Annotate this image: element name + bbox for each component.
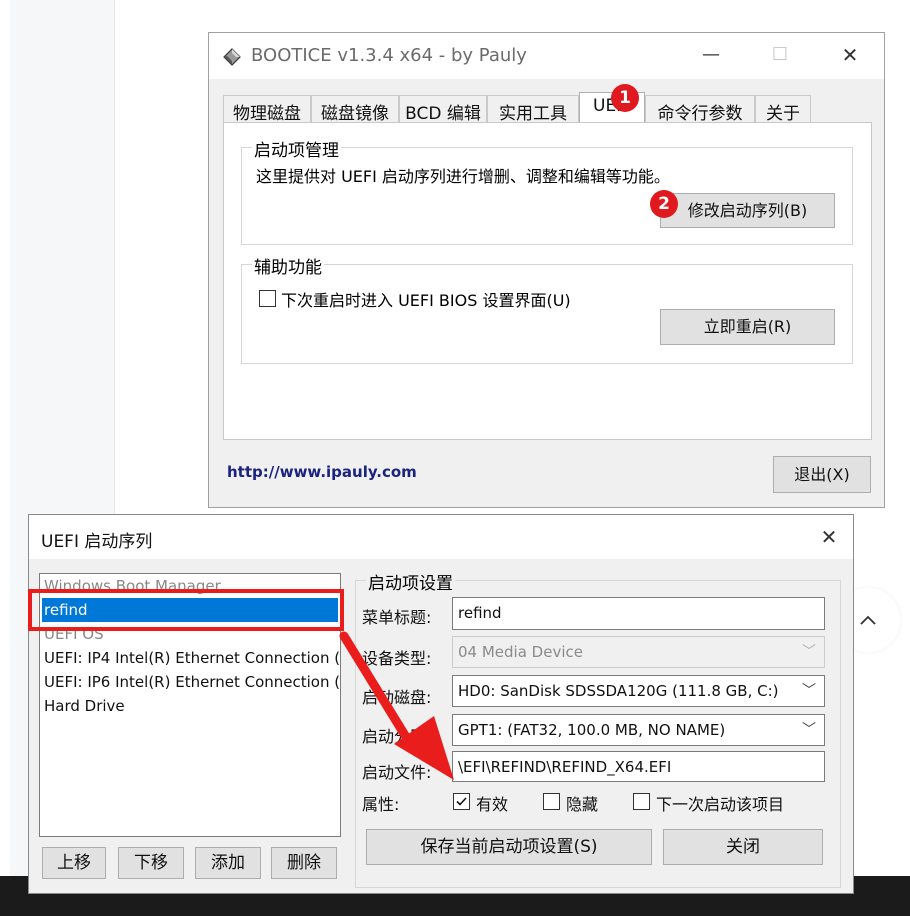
save-entry-button[interactable]: 保存当前启动项设置(S) [366,829,652,865]
checkmark-icon [456,797,467,806]
edit-boot-order-label: 修改启动序列(B) [687,201,808,220]
page-left-margin [0,0,10,916]
selection-highlight-box [28,589,344,631]
boot-partition-value: GPT1: (FAT32, 100.0 MB, NO NAME) [458,721,726,739]
boot-management-description: 这里提供对 UEFI 启动序列进行增删、调整和编辑等功能。 [256,167,670,186]
boot-disk-value: HD0: SanDisk SDSSDA120G (111.8 GB, C:) [458,682,779,700]
valid-checkbox[interactable] [453,793,470,810]
restart-now-label: 立即重启(R) [703,317,792,336]
bios-setup-checkbox-label: 下次重启时进入 UEFI BIOS 设置界面(U) [281,291,571,310]
chevron-down-icon: ﹀ [802,644,816,660]
annotation-arrow-icon [339,631,454,780]
list-item[interactable]: Hard Drive [44,694,125,718]
hidden-checkbox[interactable] [543,793,560,810]
minimize-button[interactable]: — [696,41,726,69]
chevron-up-icon [860,615,876,625]
boot-management-label: 启动项管理 [252,136,341,161]
hidden-checkbox-label: 隐藏 [566,795,599,814]
uefi-dialog-title: UEFI 启动序列 [41,532,153,552]
dialog-close-action-button[interactable]: 关闭 [663,829,823,865]
boot-entry-settings-label: 启动项设置 [366,569,455,594]
chevron-down-icon: ﹀ [802,722,816,738]
delete-entry-button[interactable]: 删除 [271,847,337,879]
chevron-down-icon: ﹀ [802,683,816,699]
add-entry-button[interactable]: 添加 [195,847,261,879]
device-type-select: 04 Media Device ﹀ [452,636,825,668]
list-item[interactable]: UEFI: IP6 Intel(R) Ethernet Connection ( [44,670,340,694]
move-down-button[interactable]: 下移 [118,847,184,879]
tab-about[interactable]: 关于 [755,95,811,124]
boot-partition-select[interactable]: GPT1: (FAT32, 100.0 MB, NO NAME) ﹀ [452,714,825,746]
step-badge-2: 2 [650,190,678,218]
bootice-window: BOOTICE v1.3.4 x64 - by Pauly — ☐ ✕ 物理磁盘… [208,32,885,508]
bootice-title: BOOTICE v1.3.4 x64 - by Pauly [251,45,527,66]
author-url-link[interactable]: http://www.ipauly.com [227,463,417,481]
dialog-close-button[interactable]: ✕ [814,523,844,551]
device-type-value: 04 Media Device [458,643,583,661]
tab-disk-image[interactable]: 磁盘镜像 [311,95,399,124]
boot-disk-select[interactable]: HD0: SanDisk SDSSDA120G (111.8 GB, C:) ﹀ [452,675,825,707]
valid-checkbox-label: 有效 [476,795,509,814]
maximize-button[interactable]: ☐ [765,41,795,69]
exit-label: 退出(X) [794,465,850,484]
auxiliary-label: 辅助功能 [252,253,324,278]
uefi-dialog-titlebar: UEFI 启动序列 ✕ [29,515,853,559]
tab-physical-disk[interactable]: 物理磁盘 [223,95,311,124]
uefi-tab-panel: 启动项管理 这里提供对 UEFI 启动序列进行增删、调整和编辑等功能。 修改启动… [223,122,872,440]
tab-command-line[interactable]: 命令行参数 [645,95,755,124]
edit-boot-order-button[interactable]: 修改启动序列(B) [660,193,835,228]
bios-setup-checkbox[interactable] [259,290,276,307]
tab-utilities[interactable]: 实用工具 [487,95,579,124]
boot-file-input[interactable]: \EFI\REFIND\REFIND_X64.EFI [452,751,825,782]
bootice-app-icon [223,48,241,66]
next-boot-checkbox[interactable] [633,793,650,810]
close-button[interactable]: ✕ [835,41,865,69]
bootice-titlebar: BOOTICE v1.3.4 x64 - by Pauly — ☐ ✕ [209,33,884,79]
attributes-label: 属性: [362,795,400,814]
menu-title-input[interactable]: refind [452,597,825,630]
exit-button[interactable]: 退出(X) [773,456,871,493]
boot-management-group: 启动项管理 这里提供对 UEFI 启动序列进行增删、调整和编辑等功能。 修改启动… [241,136,853,245]
auxiliary-group: 辅助功能 下次重启时进入 UEFI BIOS 设置界面(U) 立即重启(R) [241,253,853,364]
tab-bcd-edit[interactable]: BCD 编辑 [399,95,487,124]
list-item[interactable]: UEFI: IP4 Intel(R) Ethernet Connection ( [44,646,340,670]
move-up-button[interactable]: 上移 [42,847,106,879]
restart-now-button[interactable]: 立即重启(R) [660,309,835,345]
next-boot-checkbox-label: 下一次启动该项目 [656,795,785,814]
step-badge-1: 1 [611,84,639,112]
